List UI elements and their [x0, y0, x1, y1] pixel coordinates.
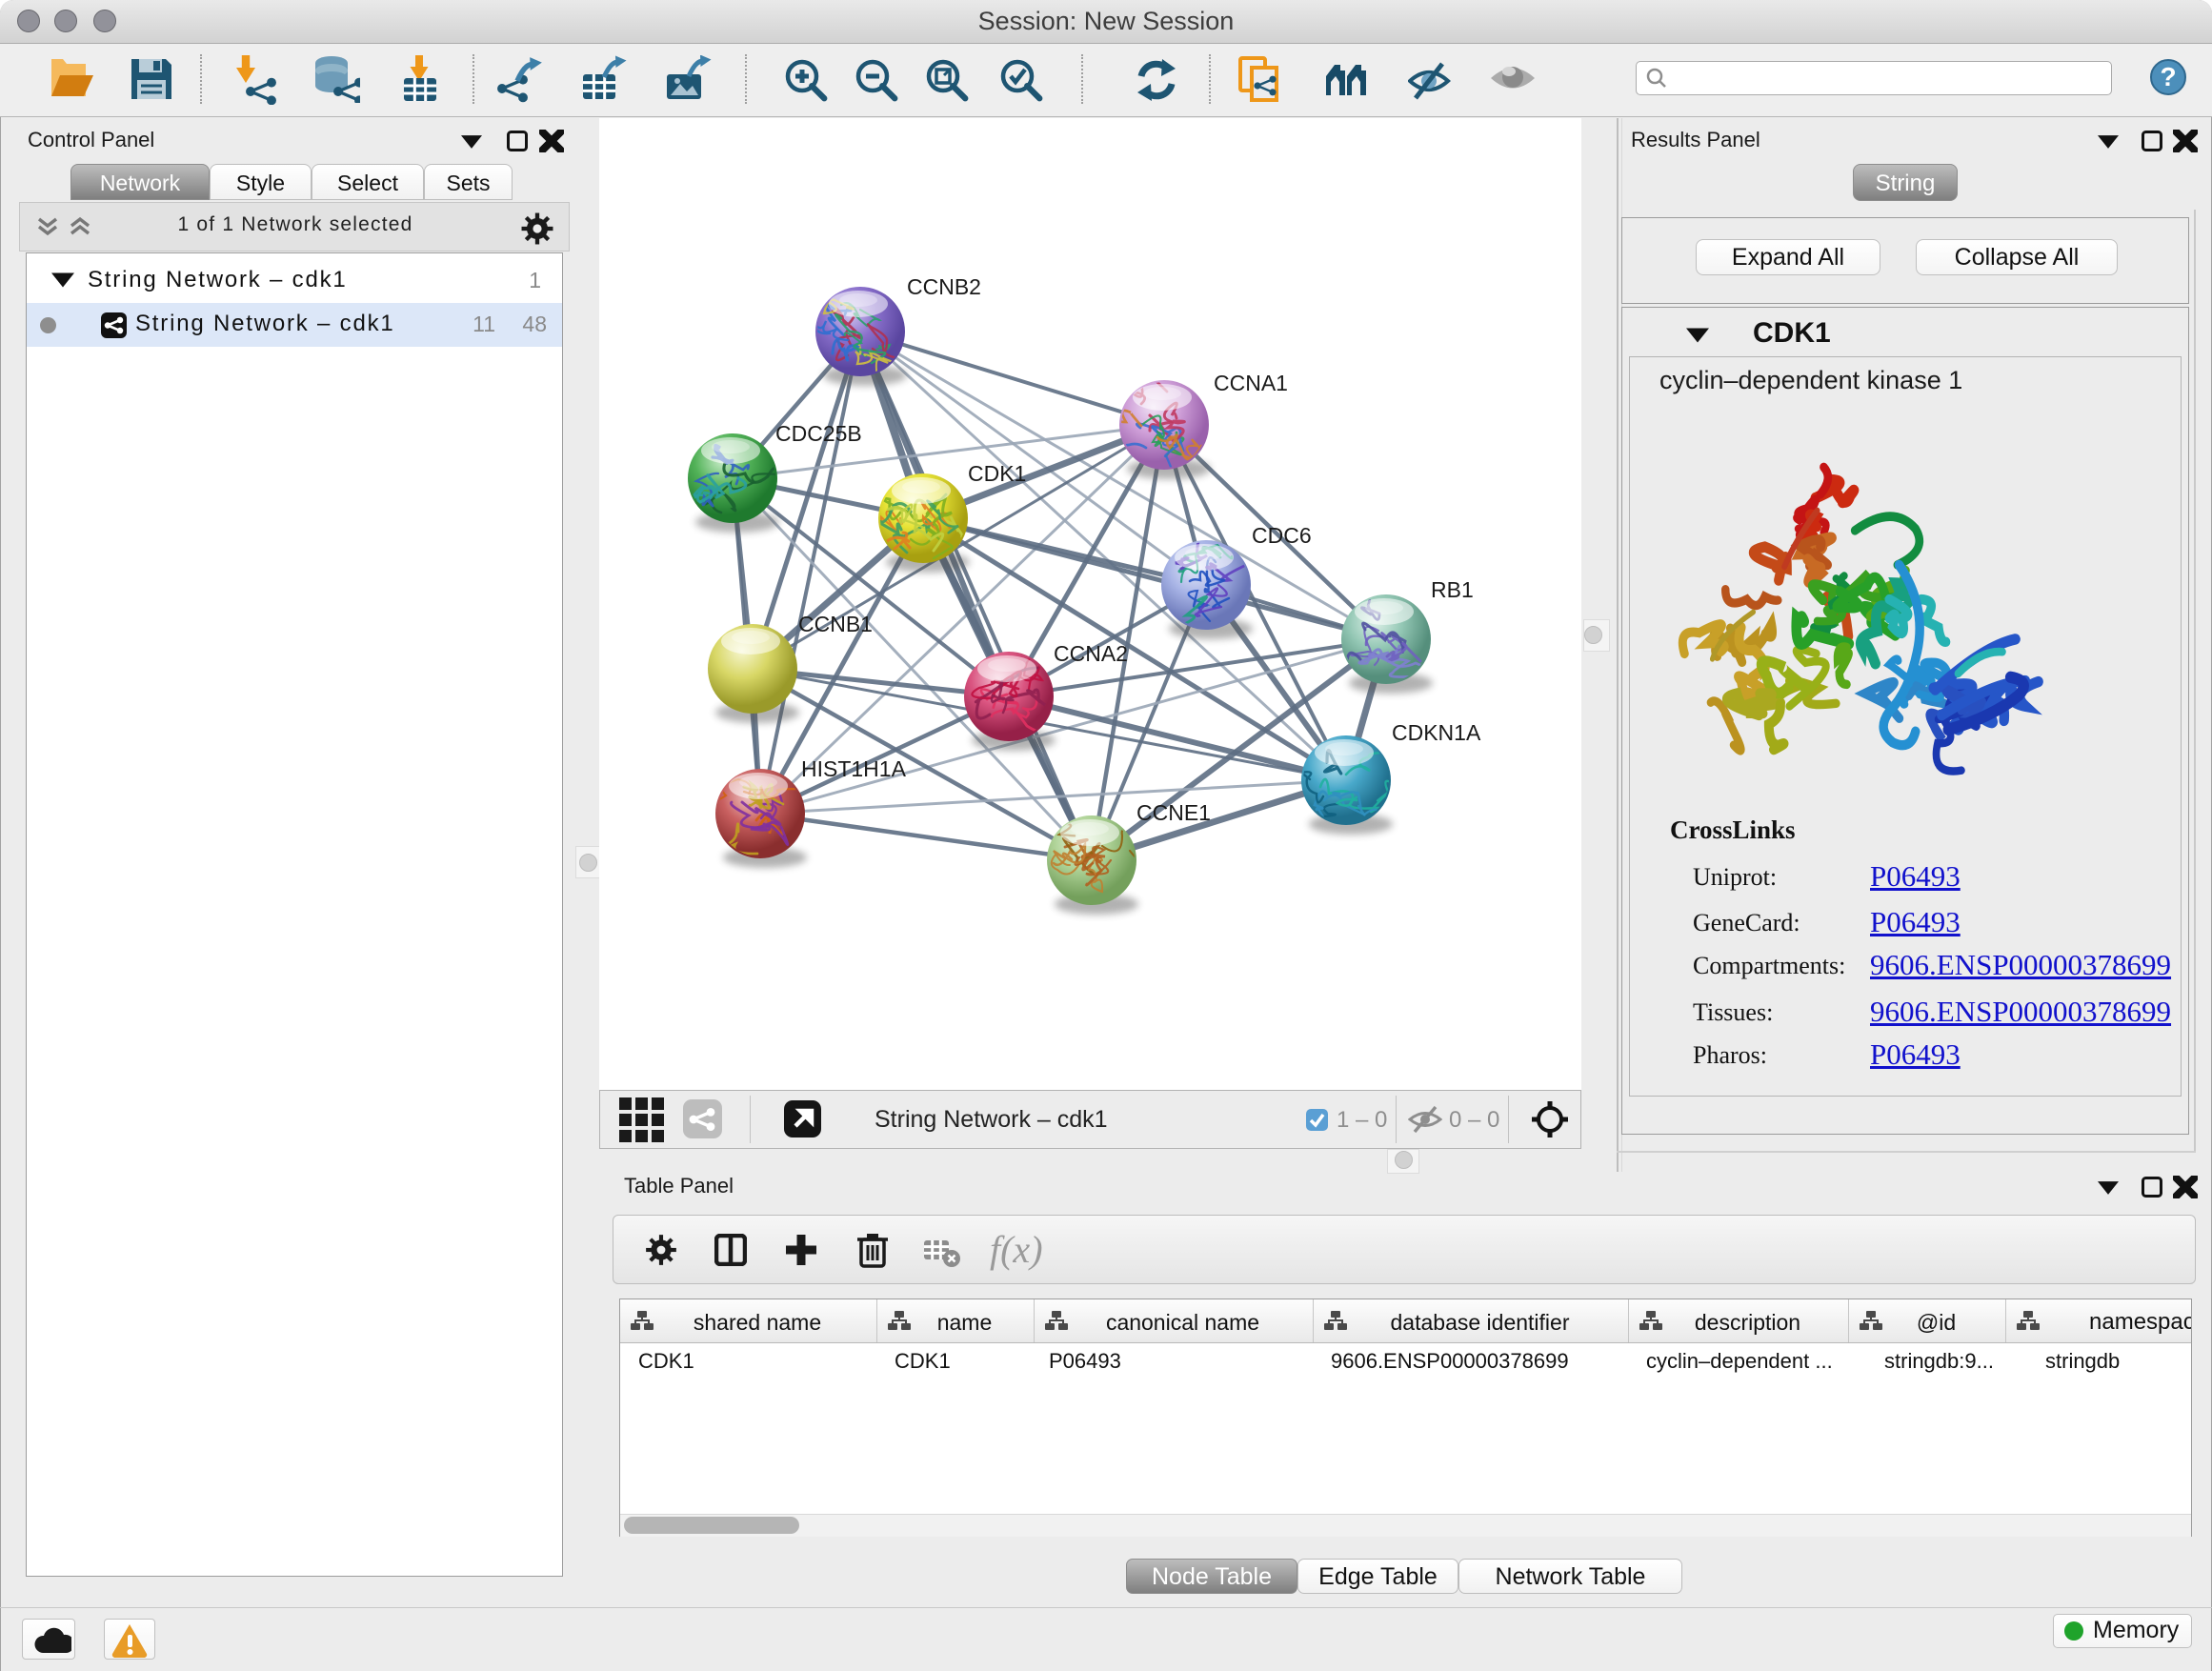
svg-text:CDK1: CDK1 — [968, 461, 1026, 486]
svg-text:CCNA1: CCNA1 — [1214, 371, 1288, 395]
svg-text:CDKN1A: CDKN1A — [1392, 720, 1481, 745]
svg-text:HIST1H1A: HIST1H1A — [801, 756, 907, 781]
svg-text:CCNE1: CCNE1 — [1136, 800, 1211, 825]
svg-text:RB1: RB1 — [1431, 577, 1474, 602]
svg-text:CDC6: CDC6 — [1252, 523, 1312, 548]
svg-text:CCNB1: CCNB1 — [798, 612, 873, 636]
svg-text:CCNB2: CCNB2 — [907, 274, 981, 299]
svg-text:CDC25B: CDC25B — [775, 421, 862, 446]
svg-text:CCNA2: CCNA2 — [1054, 641, 1128, 666]
